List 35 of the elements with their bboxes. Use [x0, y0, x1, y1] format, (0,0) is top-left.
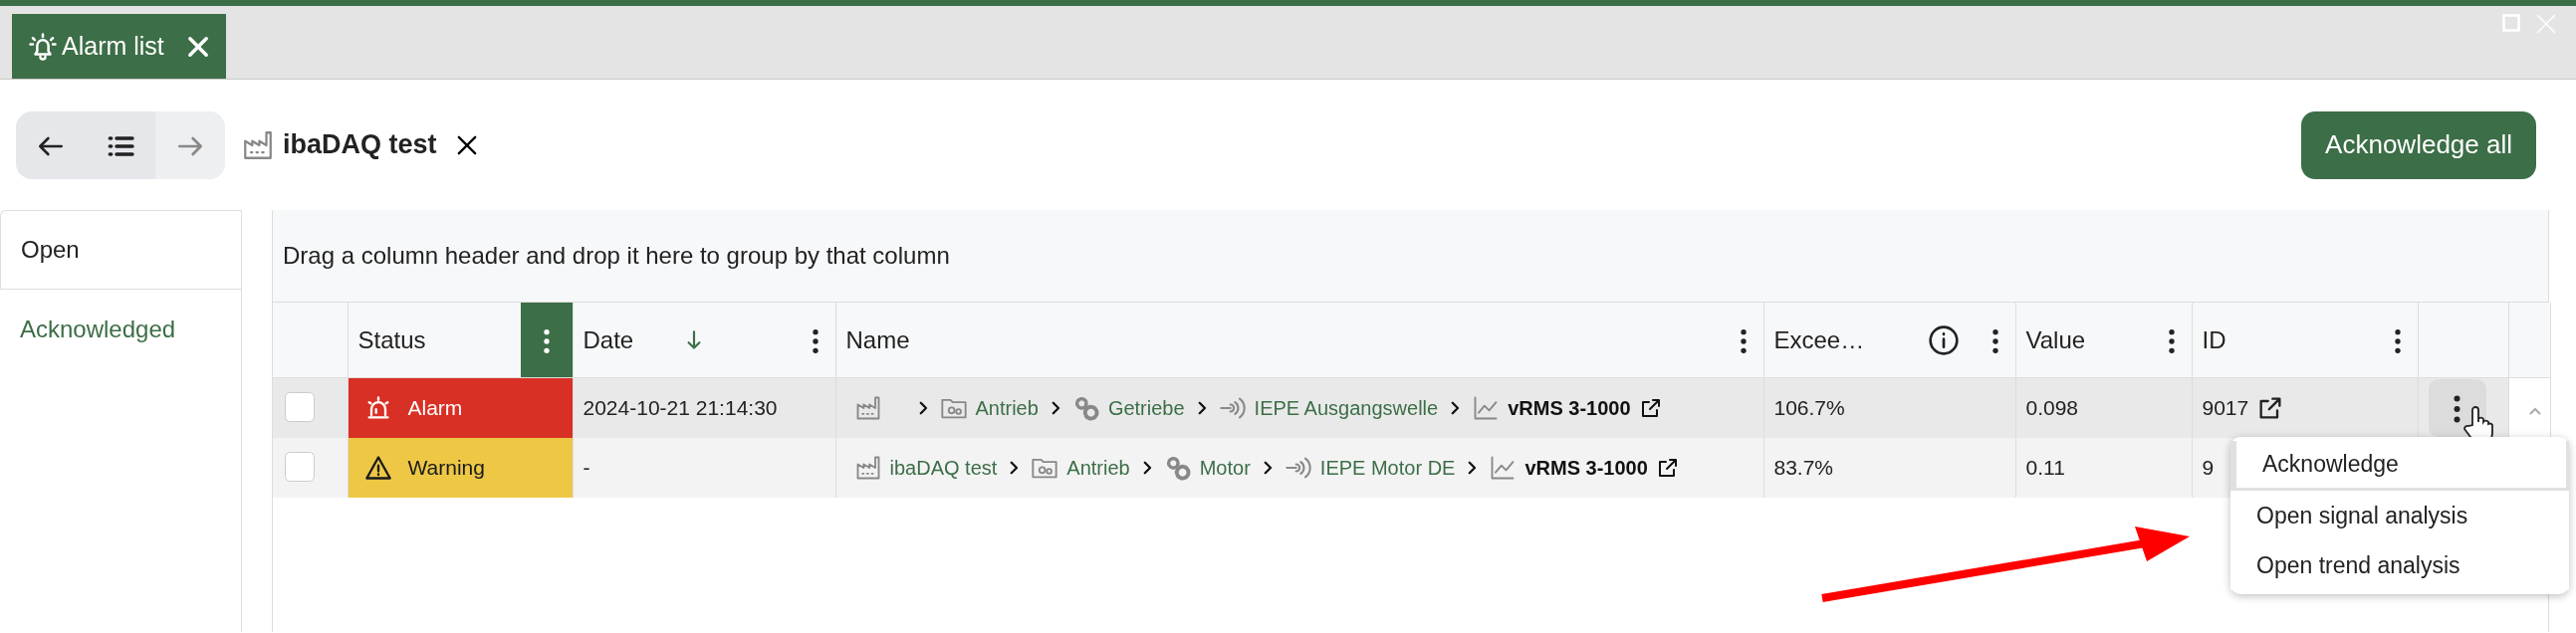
- path-link[interactable]: Antrieb: [1066, 453, 1130, 483]
- exceeded-cell: 106.7%: [1763, 377, 2015, 438]
- column-header[interactable]: Date: [583, 321, 634, 358]
- group-hint: Drag a column header and drop it here to group by that column: [283, 241, 950, 271]
- acknowledge-all-button[interactable]: Acknowledge all: [2301, 110, 2536, 179]
- signal-link[interactable]: vRMS 3-1000: [1508, 393, 1631, 423]
- column-header[interactable]: Status: [357, 321, 426, 358]
- path-link[interactable]: Antrieb: [975, 393, 1039, 423]
- path-link[interactable]: Motor: [1199, 453, 1251, 483]
- side-tab[interactable]: Acknowledged: [0, 290, 241, 369]
- menu-item[interactable]: Open signal analysis: [2230, 491, 2569, 540]
- value-cell: 0.098: [2015, 377, 2192, 438]
- document-tab[interactable]: Alarm list: [12, 14, 226, 79]
- exceeded-cell: 83.7%: [1763, 438, 2015, 498]
- signal-link[interactable]: vRMS 3-1000: [1524, 453, 1648, 483]
- path-link[interactable]: IEPE Ausgangswelle: [1254, 393, 1439, 423]
- column-header[interactable]: ID: [2202, 321, 2226, 358]
- id-link[interactable]: 9017: [2202, 392, 2249, 424]
- value-cell: 0.11: [2015, 438, 2192, 498]
- date-cell: -: [573, 438, 835, 498]
- date-cell: 2024-10-21 21:14:30: [573, 377, 835, 438]
- column-header[interactable]: Name: [845, 321, 910, 358]
- path-link[interactable]: IEPE Motor DE: [1319, 453, 1456, 483]
- path-link[interactable]: ibaDAQ test: [889, 453, 998, 483]
- status-label: Alarm: [407, 395, 463, 421]
- id-link[interactable]: 9: [2202, 452, 2215, 484]
- menu-item[interactable]: Open trend analysis: [2230, 540, 2569, 590]
- path-link[interactable]: Getriebe: [1107, 393, 1185, 423]
- column-header[interactable]: Excee…: [1773, 321, 1865, 358]
- page-title: ibaDAQ test: [283, 128, 437, 162]
- side-tab[interactable]: Open: [0, 210, 241, 290]
- column-header[interactable]: Value: [2025, 321, 2086, 358]
- status-label: Warning: [407, 455, 485, 481]
- menu-item[interactable]: Acknowledge: [2230, 441, 2569, 491]
- tab-label: Alarm list: [62, 30, 164, 62]
